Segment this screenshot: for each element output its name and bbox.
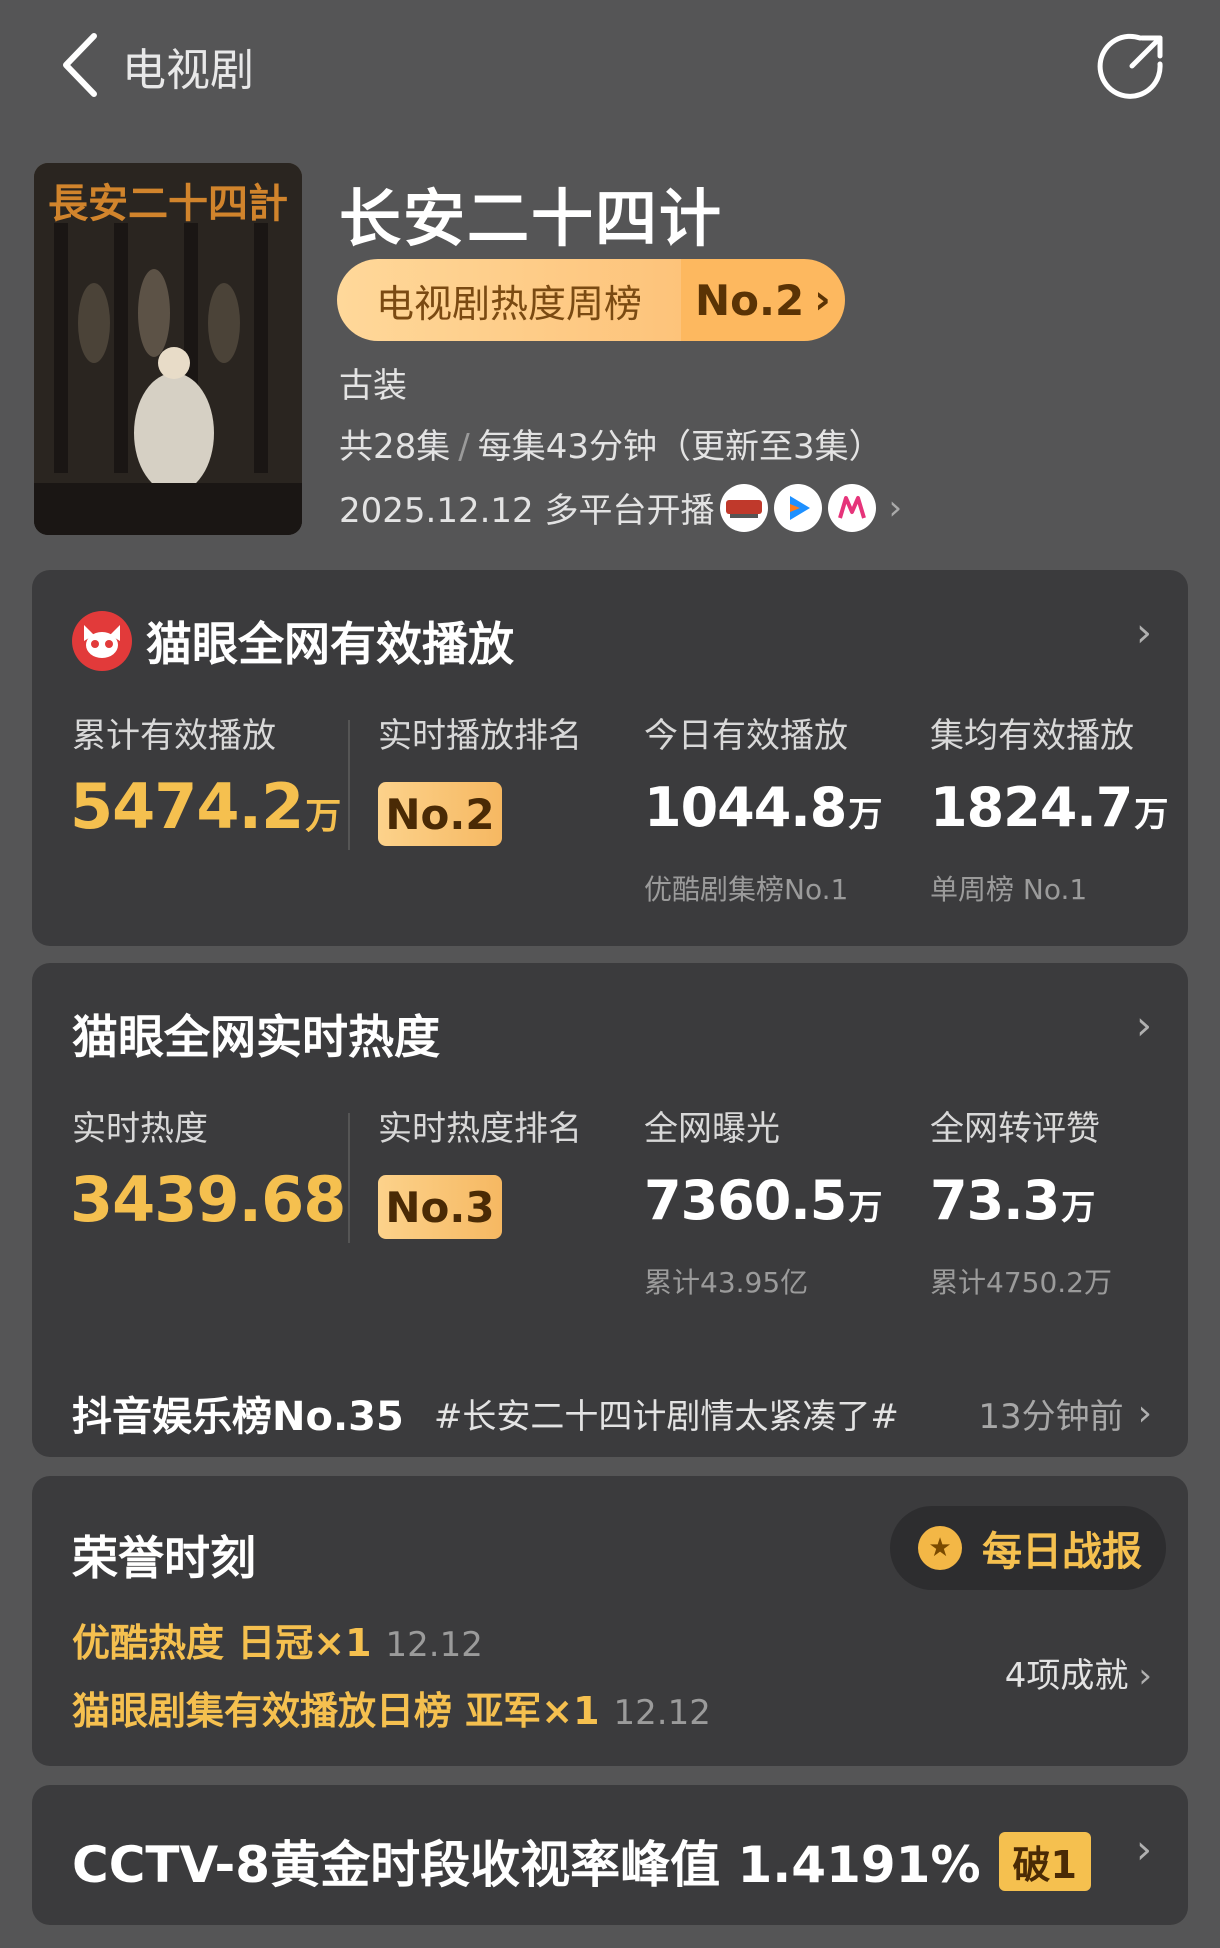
release-text: 2025.12.12 多平台开播 [339, 491, 715, 531]
engage-value: 73.3万 [930, 1169, 1095, 1232]
back-button[interactable] [56, 30, 106, 100]
chevron-right-icon: › [1137, 1392, 1152, 1434]
playback-card: 猫眼全网有效播放 › 累计有效播放 5474.2万 实时播放排名 No.2 今日… [32, 570, 1188, 946]
cctv8-icon [720, 483, 769, 532]
share-button[interactable] [1096, 30, 1168, 102]
chevron-right-icon: › [1138, 1656, 1152, 1696]
cumulative-label: 累计有效播放 [72, 716, 276, 756]
douyin-rank: 抖音娱乐榜No.35 [72, 1394, 404, 1440]
drama-hero: 長安二十四計 长安二十四计 电视剧热度周榜 No.2 › 古装 共28集 / 每集4… [34, 163, 1194, 543]
chevron-right-icon[interactable]: › [1136, 1003, 1152, 1049]
genre: 古装 [339, 366, 407, 406]
engage-sub: 累计4750.2万 [930, 1266, 1112, 1299]
rank-label: 电视剧热度周榜 [337, 259, 681, 341]
playback-card-header[interactable]: 猫眼全网有效播放 [72, 608, 514, 674]
cumulative-number: 5474.2 [70, 770, 304, 843]
exposure-value: 7360.5万 [644, 1169, 882, 1232]
chevron-left-icon [63, 33, 97, 97]
honor-item: 猫眼剧集有效播放日榜 亚军×1 12.12 [72, 1680, 711, 1735]
realtime-rank-label: 实时播放排名 [378, 716, 582, 756]
achievements-label: 4项成就 [1004, 1656, 1129, 1696]
cumulative-value: 5474.2万 [70, 770, 341, 843]
heat-card: 猫眼全网实时热度 › 实时热度 3439.68 实时热度排名 No.3 全网曝光… [32, 963, 1188, 1457]
heat-card-header[interactable]: 猫眼全网实时热度 [72, 1001, 440, 1067]
youku-icon [774, 483, 823, 532]
heat-rank-badge: No.3 [378, 1175, 502, 1239]
today-value: 1044.8万 [644, 776, 882, 839]
release-info[interactable]: 2025.12.12 多平台开播 › [339, 483, 902, 532]
chevron-right-icon[interactable]: › [1136, 1827, 1152, 1873]
today-sub: 优酷剧集榜No.1 [644, 873, 849, 906]
ratings-line: CCTV-8黄金时段收视率峰值 1.4191% 破1 [72, 1825, 1091, 1897]
rank-value: No.2 › [681, 259, 845, 341]
heat-value: 3439.68 [70, 1163, 346, 1236]
divider [348, 720, 350, 850]
today-unit: 万 [848, 795, 882, 835]
divider [348, 1113, 350, 1243]
episode-separator: / [458, 427, 470, 467]
chevron-right-icon: › [888, 487, 903, 528]
chevron-right-icon[interactable]: › [1136, 610, 1152, 656]
honor-title: 荣誉时刻 [72, 1531, 256, 1585]
avg-sub: 单周榜 No.1 [930, 873, 1088, 906]
today-number: 1044.8 [644, 776, 847, 839]
achievements-link[interactable]: 4项成就 › [1005, 1648, 1152, 1697]
mgtv-icon [828, 483, 877, 532]
today-label: 今日有效播放 [644, 716, 848, 756]
playback-title: 猫眼全网有效播放 [146, 617, 514, 671]
heat-label: 实时热度 [72, 1109, 208, 1149]
exposure-unit: 万 [848, 1188, 882, 1228]
avg-value: 1824.7万 [930, 776, 1168, 839]
top-bar: 电视剧 [0, 0, 1220, 130]
ratings-card[interactable]: CCTV-8黄金时段收视率峰值 1.4191% 破1 › [32, 1785, 1188, 1925]
honor-date: 12.12 [385, 1625, 483, 1665]
heat-rank-label: 实时热度排名 [378, 1109, 582, 1149]
poster-title: 長安二十四計 [48, 180, 288, 227]
avg-unit: 万 [1134, 795, 1168, 835]
daily-report-button[interactable]: ★ 每日战报 [890, 1506, 1166, 1590]
weekly-rank-pill[interactable]: 电视剧热度周榜 No.2 › [337, 259, 845, 341]
drama-title: 长安二十四计 [339, 182, 724, 255]
douyin-time: 13分钟前 [978, 1396, 1124, 1437]
engage-unit: 万 [1061, 1188, 1095, 1228]
honor-text: 猫眼剧集有效播放日榜 亚军×1 [72, 1689, 600, 1733]
realtime-rank-badge: No.2 [378, 782, 502, 846]
episode-info: 共28集 / 每集43分钟（更新至3集） [339, 419, 883, 468]
cumulative-unit: 万 [305, 796, 341, 837]
exposure-number: 7360.5 [644, 1169, 847, 1232]
rank-number: No.2 [695, 275, 805, 325]
heat-title: 猫眼全网实时热度 [72, 1010, 440, 1064]
maoyan-cat-icon [72, 611, 132, 671]
engage-label: 全网转评赞 [930, 1109, 1100, 1149]
page-title: 电视剧 [122, 45, 254, 96]
chevron-right-icon: › [814, 277, 831, 323]
avg-number: 1824.7 [930, 776, 1133, 839]
episode-count: 共28集 [339, 427, 451, 467]
daily-report-label: 每日战报 [982, 1529, 1142, 1575]
exposure-sub: 累计43.95亿 [644, 1266, 809, 1299]
honor-text: 优酷热度 日冠×1 [72, 1621, 372, 1665]
honor-card: 荣誉时刻 ★ 每日战报 优酷热度 日冠×1 12.12 猫眼剧集有效播放日榜 亚军… [32, 1476, 1188, 1766]
avg-label: 集均有效播放 [930, 716, 1134, 756]
star-medal-icon: ★ [918, 1526, 962, 1570]
episode-detail: 每集43分钟（更新至3集） [477, 427, 883, 467]
douyin-topic: #长安二十四计剧情太紧凑了# [433, 1396, 899, 1437]
poster-image[interactable]: 長安二十四計 [34, 163, 302, 535]
honor-item: 优酷热度 日冠×1 12.12 [72, 1612, 483, 1667]
engage-number: 73.3 [930, 1169, 1060, 1232]
break-badge: 破1 [998, 1831, 1091, 1891]
douyin-rank-row[interactable]: 抖音娱乐榜No.35 #长安二十四计剧情太紧凑了# 13分钟前 › [72, 1383, 1152, 1443]
exposure-label: 全网曝光 [644, 1109, 780, 1149]
share-icon [1097, 33, 1163, 99]
honor-date: 12.12 [613, 1693, 711, 1733]
ratings-text: CCTV-8黄金时段收视率峰值 1.4191% [72, 1836, 981, 1894]
